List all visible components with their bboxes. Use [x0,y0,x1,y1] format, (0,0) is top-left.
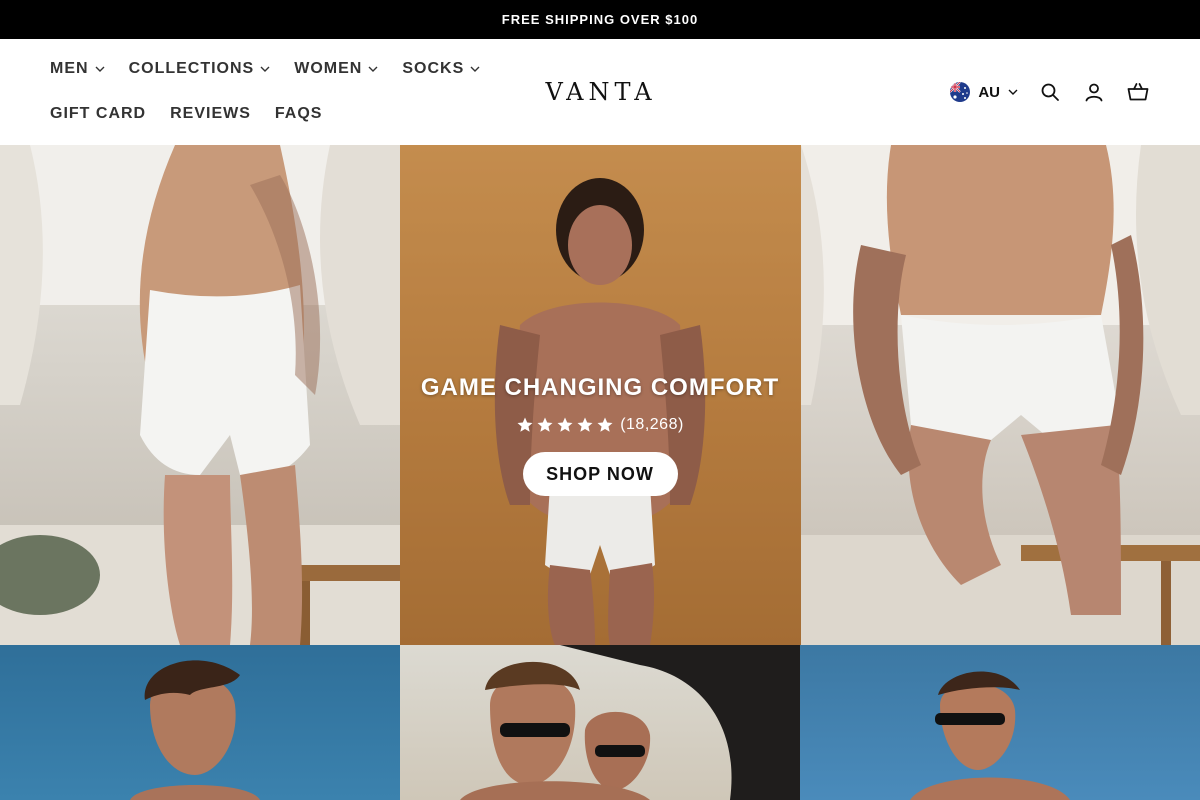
chevron-down-icon [470,64,480,74]
chevron-down-icon [1008,87,1018,97]
nav-item-collections[interactable]: COLLECTIONS [129,59,271,79]
rating-count: (18,268) [620,416,684,433]
nav-item-label: FAQS [274,105,323,122]
shop-now-button[interactable]: SHOP NOW [522,452,678,496]
lifestyle-gallery [0,645,1200,800]
chevron-down-icon [368,64,378,74]
locale-selector[interactable]: AU [950,82,1018,102]
nav-item-label: GIFT CARD [50,105,147,122]
star-icon [536,416,554,434]
primary-nav: MEN COLLECTIONS WOMEN SOCKS [50,59,480,79]
nav-item-men[interactable]: MEN [50,59,105,79]
nav-item-gift-card[interactable]: GIFT CARD [50,104,146,124]
locale-code: AU [978,83,1000,101]
header-tools: AU [950,79,1150,105]
hero-title: GAME CHANGING COMFORT [420,374,780,401]
gallery-image-center[interactable] [400,645,800,800]
rating-summary[interactable]: (18,268) [516,416,684,434]
site-header: MEN COLLECTIONS WOMEN SOCKS GIFT CARD RE… [0,39,1200,145]
nav-item-women[interactable]: WOMEN [294,59,378,79]
nav-item-socks[interactable]: SOCKS [402,59,480,79]
nav-item-reviews[interactable]: REVIEWS [170,104,251,124]
nav-item-label: COLLECTIONS [128,60,255,77]
logo-text: VANTA [545,78,657,106]
nav-item-label: SOCKS [402,60,465,77]
chevron-down-icon [95,64,105,74]
hero-banner: GAME CHANGING COMFORT (18,268) SHOP NOW [0,145,1200,645]
star-icon [596,416,614,434]
australia-flag-icon [950,82,971,102]
star-icon [576,416,594,434]
announcement-bar: FREE SHIPPING OVER $100 [0,0,1200,39]
gallery-image-right[interactable] [800,645,1200,800]
announcement-text: FREE SHIPPING OVER $100 [501,12,699,27]
star-icon [556,416,574,434]
cart-icon[interactable] [1126,80,1150,104]
search-icon[interactable] [1038,80,1062,104]
nav-item-label: REVIEWS [170,105,251,122]
gallery-image-left[interactable] [0,645,400,800]
nav-item-label: WOMEN [294,60,363,77]
account-icon[interactable] [1082,80,1106,104]
star-icon [516,416,534,434]
hero-content: GAME CHANGING COMFORT (18,268) SHOP NOW [0,145,1200,645]
chevron-down-icon [260,64,270,74]
secondary-nav: GIFT CARD REVIEWS FAQS [50,104,322,124]
nav-item-faqs[interactable]: FAQS [275,104,323,124]
brand-logo[interactable]: VANTA [545,78,651,106]
nav-item-label: MEN [50,60,89,77]
